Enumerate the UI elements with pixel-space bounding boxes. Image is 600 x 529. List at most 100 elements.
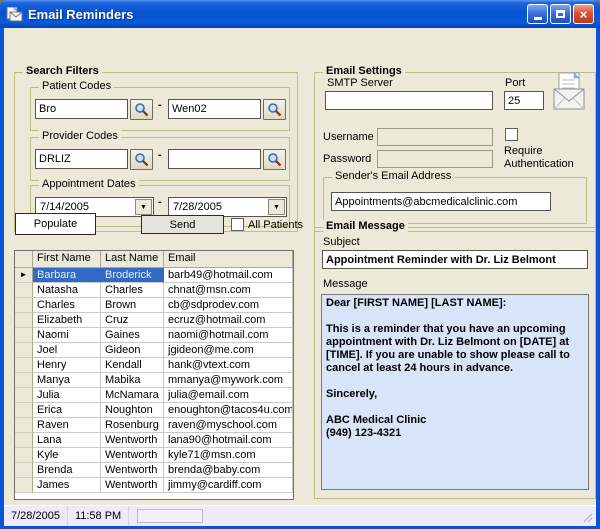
cell[interactable]: Gaines bbox=[101, 328, 164, 343]
cell[interactable]: Joel bbox=[33, 343, 101, 358]
table-row[interactable]: NaomiGainesnaomi@hotmail.com bbox=[15, 328, 293, 343]
cell[interactable]: mmanya@mywork.com bbox=[164, 373, 293, 388]
patients-grid[interactable]: First Name Last Name Email ►BarbaraBrode… bbox=[14, 250, 294, 500]
cell[interactable]: Broderick bbox=[101, 268, 164, 283]
maximize-button[interactable] bbox=[550, 4, 571, 24]
populate-button[interactable]: Populate bbox=[15, 213, 96, 235]
port-input[interactable] bbox=[504, 91, 544, 110]
titlebar[interactable]: Email Reminders × bbox=[0, 0, 600, 28]
table-row[interactable]: HenryKendallhank@vtext.com bbox=[15, 358, 293, 373]
cell[interactable]: Gideon bbox=[101, 343, 164, 358]
subject-input[interactable] bbox=[322, 250, 588, 269]
table-row[interactable]: JoelGideonjgideon@me.com bbox=[15, 343, 293, 358]
cell[interactable]: brenda@baby.com bbox=[164, 463, 293, 478]
message-textarea[interactable]: Dear [FIRST NAME] [LAST NAME]: This is a… bbox=[321, 294, 589, 490]
provider-code-from-search-button[interactable] bbox=[130, 149, 153, 170]
dropdown-arrow-icon[interactable]: ▼ bbox=[268, 199, 285, 215]
table-row[interactable]: EricaNoughtonenoughton@tacos4u.com bbox=[15, 403, 293, 418]
sender-email-input[interactable] bbox=[331, 192, 551, 211]
row-selector[interactable] bbox=[15, 388, 33, 403]
cell[interactable]: Raven bbox=[33, 418, 101, 433]
cell[interactable]: Natasha bbox=[33, 283, 101, 298]
patient-code-to-input[interactable] bbox=[168, 99, 261, 119]
all-patients-checkbox[interactable] bbox=[231, 218, 244, 231]
cell[interactable]: Elizabeth bbox=[33, 313, 101, 328]
table-row[interactable]: KyleWentworthkyle71@msn.com bbox=[15, 448, 293, 463]
cell[interactable]: Wentworth bbox=[101, 478, 164, 493]
column-header-first-name[interactable]: First Name bbox=[33, 251, 101, 268]
cell[interactable]: kyle71@msn.com bbox=[164, 448, 293, 463]
column-header-last-name[interactable]: Last Name bbox=[101, 251, 164, 268]
row-selector[interactable] bbox=[15, 448, 33, 463]
cell[interactable]: Mabika bbox=[101, 373, 164, 388]
cell[interactable]: Wentworth bbox=[101, 433, 164, 448]
smtp-server-input[interactable] bbox=[325, 91, 493, 110]
cell[interactable]: Kendall bbox=[101, 358, 164, 373]
dropdown-arrow-icon[interactable]: ▼ bbox=[135, 199, 152, 215]
row-selector[interactable] bbox=[15, 298, 33, 313]
table-row[interactable]: BrendaWentworthbrenda@baby.com bbox=[15, 463, 293, 478]
cell[interactable]: Brown bbox=[101, 298, 164, 313]
table-row[interactable]: ►BarbaraBroderickbarb49@hotmail.com bbox=[15, 268, 293, 283]
cell[interactable]: Manya bbox=[33, 373, 101, 388]
cell[interactable]: James bbox=[33, 478, 101, 493]
row-selector[interactable] bbox=[15, 403, 33, 418]
cell[interactable]: Rosenburg bbox=[101, 418, 164, 433]
table-row[interactable]: JamesWentworthjimmy@cardiff.com bbox=[15, 478, 293, 493]
row-selector[interactable] bbox=[15, 343, 33, 358]
current-row-indicator[interactable]: ► bbox=[15, 268, 33, 283]
row-selector[interactable] bbox=[15, 328, 33, 343]
cell[interactable]: Wentworth bbox=[101, 448, 164, 463]
provider-code-from-input[interactable] bbox=[35, 149, 128, 169]
cell[interactable]: Wentworth bbox=[101, 463, 164, 478]
row-selector[interactable] bbox=[15, 373, 33, 388]
cell[interactable]: jgideon@me.com bbox=[164, 343, 293, 358]
cell[interactable]: Kyle bbox=[33, 448, 101, 463]
table-row[interactable]: ManyaMabikammanya@mywork.com bbox=[15, 373, 293, 388]
row-selector[interactable] bbox=[15, 433, 33, 448]
cell[interactable]: Henry bbox=[33, 358, 101, 373]
row-selector[interactable] bbox=[15, 283, 33, 298]
cell[interactable]: chnat@msn.com bbox=[164, 283, 293, 298]
table-row[interactable]: LanaWentworthlana90@hotmail.com bbox=[15, 433, 293, 448]
cell[interactable]: Barbara bbox=[33, 268, 101, 283]
patient-code-from-input[interactable] bbox=[35, 99, 128, 119]
password-input[interactable] bbox=[377, 150, 493, 168]
provider-code-to-input[interactable] bbox=[168, 149, 261, 169]
cell[interactable]: Noughton bbox=[101, 403, 164, 418]
table-row[interactable]: CharlesBrowncb@sdprodev.com bbox=[15, 298, 293, 313]
row-selector[interactable] bbox=[15, 358, 33, 373]
cell[interactable]: hank@vtext.com bbox=[164, 358, 293, 373]
username-input[interactable] bbox=[377, 128, 493, 146]
cell[interactable]: Cruz bbox=[101, 313, 164, 328]
cell[interactable]: McNamara bbox=[101, 388, 164, 403]
minimize-button[interactable] bbox=[527, 4, 548, 24]
cell[interactable]: Charles bbox=[101, 283, 164, 298]
table-row[interactable]: RavenRosenburgraven@myschool.com bbox=[15, 418, 293, 433]
cell[interactable]: lana90@hotmail.com bbox=[164, 433, 293, 448]
cell[interactable]: enoughton@tacos4u.com bbox=[164, 403, 293, 418]
row-selector[interactable] bbox=[15, 478, 33, 493]
column-header-email[interactable]: Email bbox=[164, 251, 293, 268]
appointment-date-to-picker[interactable]: 7/28/2005 ▼ bbox=[168, 197, 287, 217]
patient-code-to-search-button[interactable] bbox=[263, 99, 286, 120]
cell[interactable]: Naomi bbox=[33, 328, 101, 343]
cell[interactable]: barb49@hotmail.com bbox=[164, 268, 293, 283]
require-authentication-checkbox[interactable] bbox=[505, 128, 518, 141]
cell[interactable]: julia@email.com bbox=[164, 388, 293, 403]
row-selector[interactable] bbox=[15, 418, 33, 433]
cell[interactable]: Lana bbox=[33, 433, 101, 448]
row-selector[interactable] bbox=[15, 463, 33, 478]
resize-grip-icon[interactable] bbox=[581, 511, 594, 524]
cell[interactable]: Brenda bbox=[33, 463, 101, 478]
close-button[interactable]: × bbox=[573, 4, 594, 24]
cell[interactable]: Charles bbox=[33, 298, 101, 313]
cell[interactable]: ecruz@hotmail.com bbox=[164, 313, 293, 328]
table-row[interactable]: ElizabethCruzecruz@hotmail.com bbox=[15, 313, 293, 328]
table-row[interactable]: JuliaMcNamarajulia@email.com bbox=[15, 388, 293, 403]
provider-code-to-search-button[interactable] bbox=[263, 149, 286, 170]
cell[interactable]: raven@myschool.com bbox=[164, 418, 293, 433]
cell[interactable]: Erica bbox=[33, 403, 101, 418]
cell[interactable]: cb@sdprodev.com bbox=[164, 298, 293, 313]
cell[interactable]: Julia bbox=[33, 388, 101, 403]
